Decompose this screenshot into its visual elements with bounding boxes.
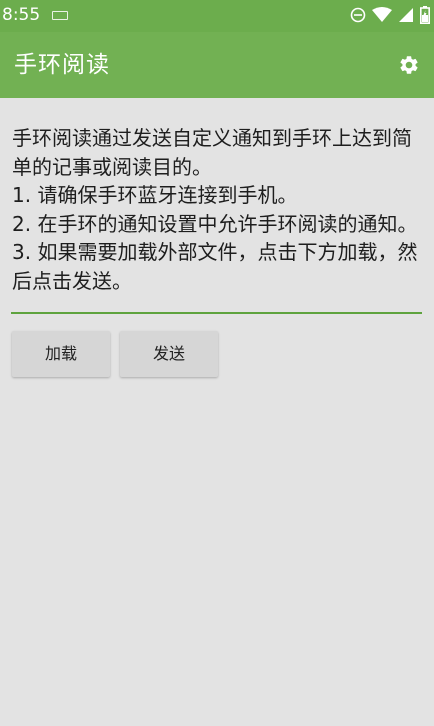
status-icons xyxy=(350,6,430,24)
signal-icon xyxy=(399,8,413,22)
wifi-icon xyxy=(372,7,392,22)
battery-icon xyxy=(420,6,430,24)
text-input-area[interactable]: 手环阅读通过发送自定义通知到手环上达到简单的记事或阅读目的。 1. 请确保手环蓝… xyxy=(12,124,421,295)
settings-button[interactable] xyxy=(396,52,422,78)
gear-icon xyxy=(400,56,418,74)
app-bar: 手环阅读 xyxy=(0,32,434,98)
status-time: 8:55 xyxy=(2,5,41,25)
app-title: 手环阅读 xyxy=(14,52,110,78)
send-button[interactable]: 发送 xyxy=(120,331,218,377)
status-bar: 8:55 xyxy=(0,0,434,32)
load-button[interactable]: 加载 xyxy=(12,331,110,377)
main-content: 手环阅读通过发送自定义通知到手环上达到简单的记事或阅读目的。 1. 请确保手环蓝… xyxy=(0,98,434,726)
keyboard-icon xyxy=(52,11,68,20)
text-input-underline xyxy=(11,312,422,314)
dnd-icon xyxy=(350,7,366,23)
